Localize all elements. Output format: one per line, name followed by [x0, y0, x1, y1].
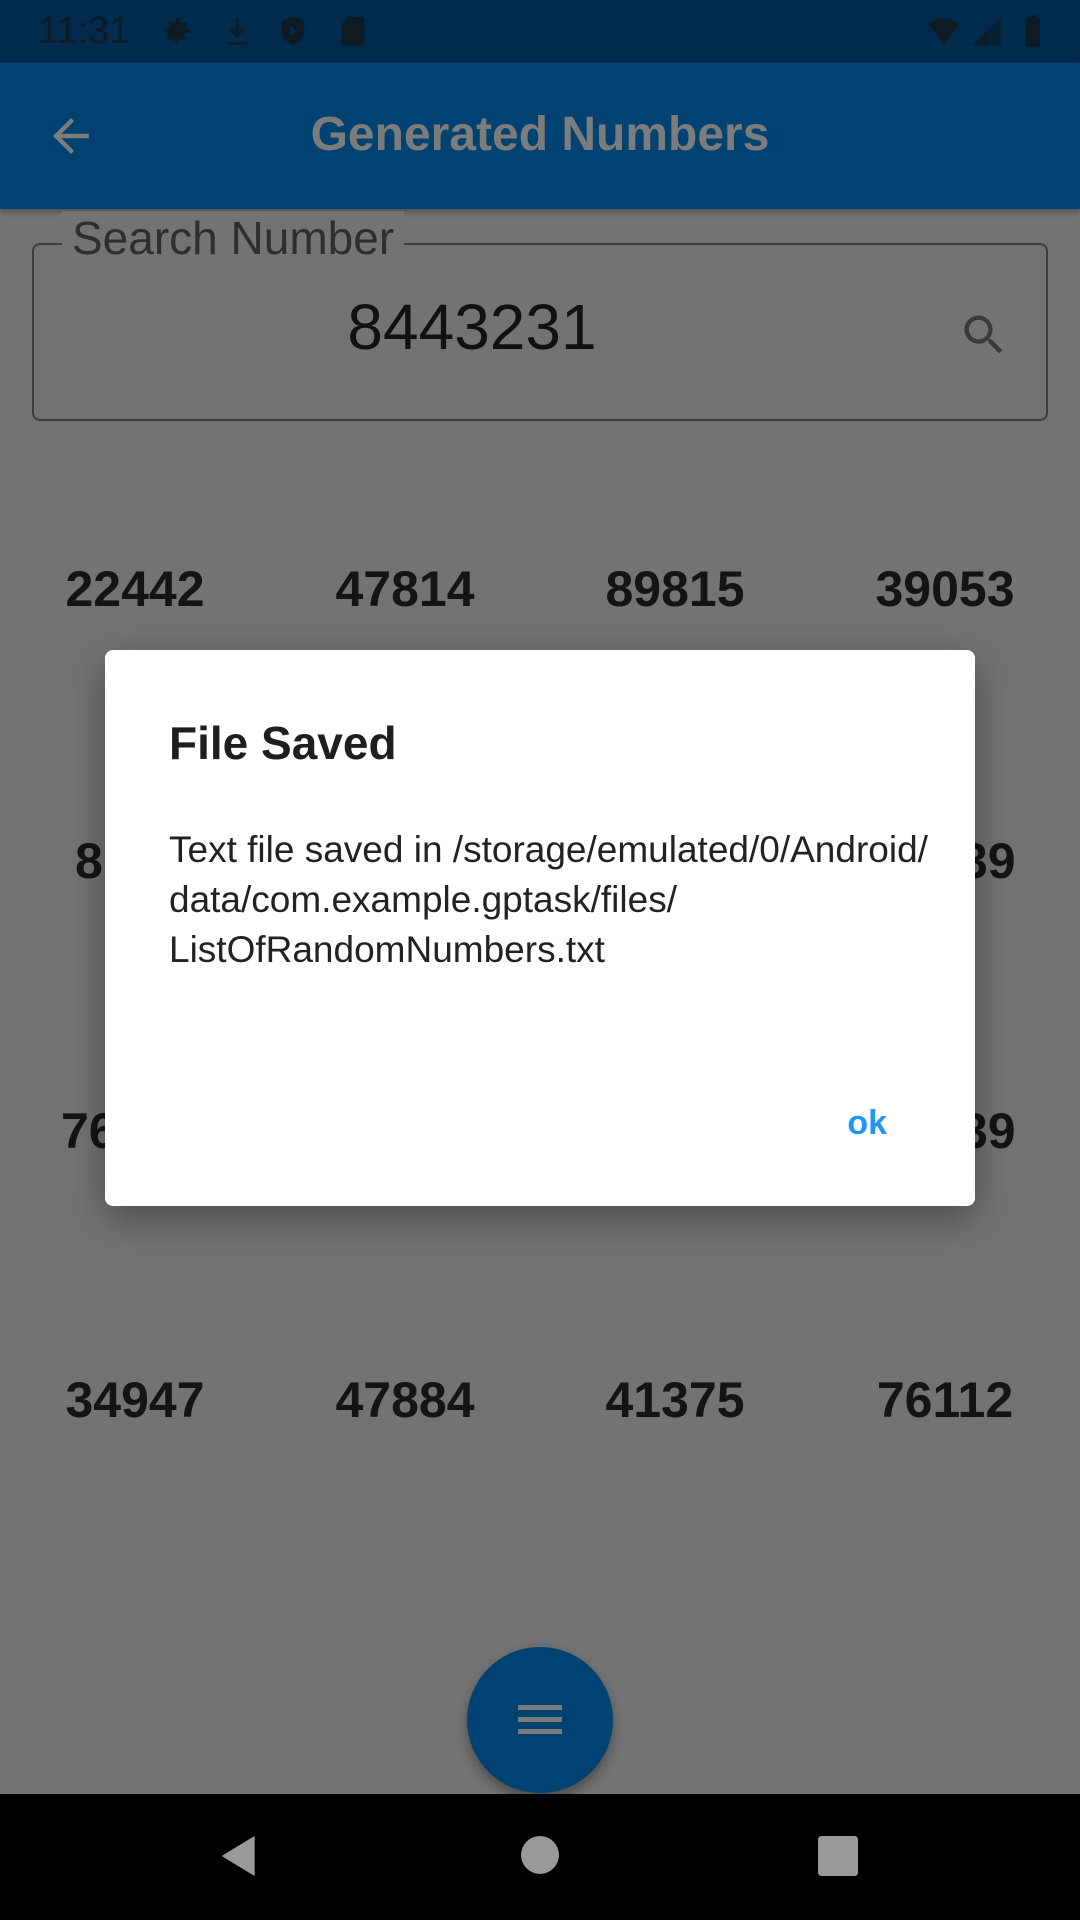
file-saved-dialog: File Saved Text file saved in /​storage/… — [105, 650, 975, 1206]
dialog-message: Text file saved in /​storage/​emulated/​… — [169, 829, 928, 970]
search-label: Search Number — [62, 211, 405, 265]
status-time: 11:31 — [38, 10, 131, 52]
battery-icon — [1025, 15, 1041, 47]
back-triangle-icon[interactable] — [218, 1834, 262, 1878]
number-cell: 89815 — [605, 561, 745, 617]
number-cell: 39053 — [875, 561, 1015, 617]
number-cell: 34947 — [65, 1372, 205, 1428]
number-cell: 47814 — [335, 561, 475, 617]
search-icon[interactable] — [958, 309, 1010, 361]
wifi-icon — [928, 18, 960, 46]
menu-icon — [518, 1705, 562, 1735]
search-number-field[interactable]: Search Number 8443231 — [32, 211, 1048, 421]
recents-square-icon[interactable] — [818, 1836, 858, 1876]
home-circle-icon[interactable] — [521, 1836, 559, 1874]
number-cell: 76112 — [876, 1372, 1014, 1428]
number-cell: 47884 — [335, 1372, 475, 1428]
download-icon — [227, 18, 247, 45]
menu-fab-button[interactable] — [467, 1647, 613, 1793]
sd-card-icon — [341, 16, 365, 46]
search-input[interactable]: 8443231 — [34, 290, 910, 364]
number-cell: 41375 — [605, 1372, 745, 1428]
number-cell-partial: 8 — [75, 833, 103, 889]
number-cell: 22442 — [65, 561, 205, 617]
gear-icon — [164, 18, 190, 43]
page-title: Generated Numbers — [310, 108, 770, 161]
status-bar: 11:31 — [0, 0, 1080, 63]
app-bar: Generated Numbers — [0, 63, 1080, 209]
signal-icon — [972, 16, 1002, 46]
navigation-bar — [0, 1794, 1080, 1920]
shield-play-icon — [281, 16, 305, 46]
dialog-title: File Saved — [169, 717, 397, 769]
ok-button[interactable]: ok — [841, 1100, 893, 1147]
